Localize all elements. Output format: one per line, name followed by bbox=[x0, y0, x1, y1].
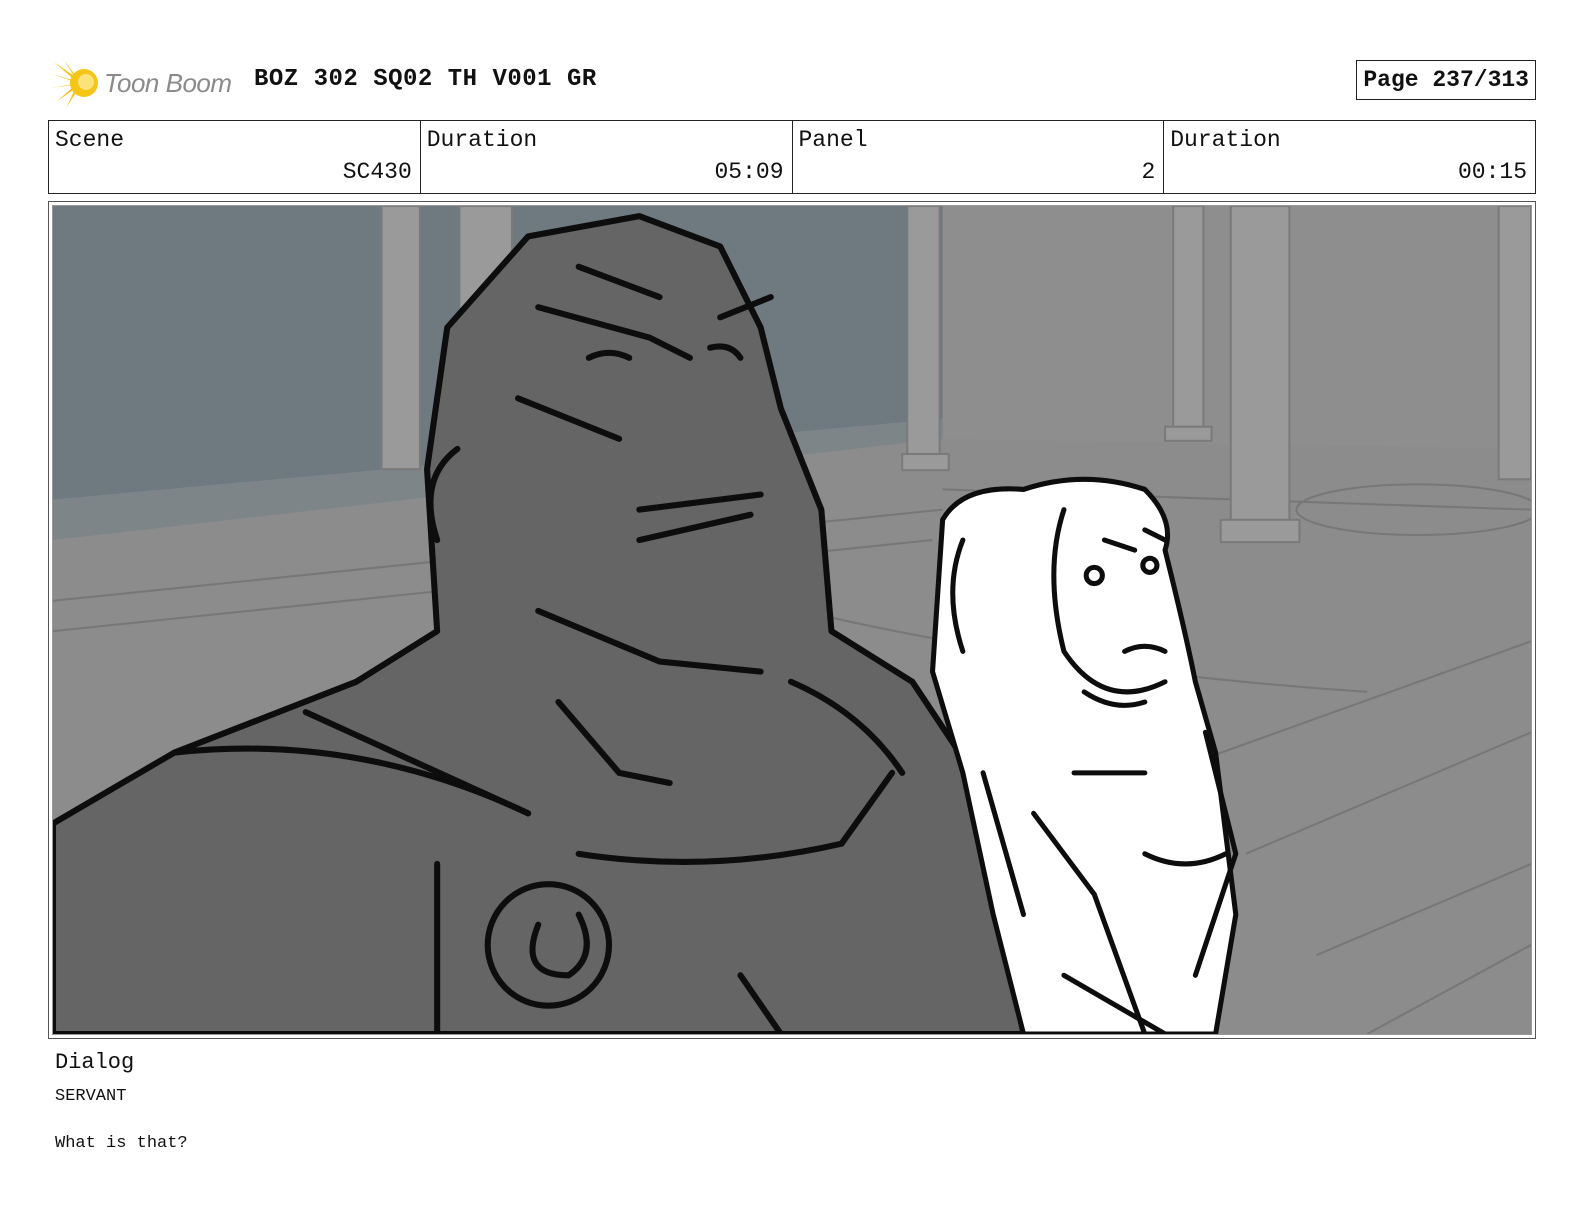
scene-cell: Scene SC430 bbox=[49, 121, 421, 193]
starburst-icon bbox=[52, 60, 98, 108]
page-indicator: Page 237/313 bbox=[1356, 60, 1536, 100]
dialog-section: Dialog SERVANT What is that? bbox=[55, 1050, 1455, 1153]
scene-duration-cell: Duration 05:09 bbox=[421, 121, 793, 193]
scene-info-table: Scene SC430 Duration 05:09 Panel 2 Durat… bbox=[48, 120, 1536, 194]
panel-value: 2 bbox=[1141, 159, 1156, 185]
dialog-speaker: SERVANT bbox=[55, 1087, 127, 1106]
scene-label: Scene bbox=[55, 127, 125, 153]
storyboard-panel-frame bbox=[48, 201, 1536, 1039]
document-title: BOZ 302 SQ02 TH V001 GR bbox=[254, 66, 597, 93]
logo-wordmark: Toon Boom bbox=[104, 68, 232, 98]
scene-value: SC430 bbox=[342, 159, 412, 185]
panel-label: Panel bbox=[798, 127, 868, 153]
panel-duration-cell: Duration 00:15 bbox=[1164, 121, 1535, 193]
scene-duration-label: Duration bbox=[426, 127, 538, 153]
scene-duration-value: 05:09 bbox=[714, 159, 784, 185]
toon-boom-logo: Toon Boom bbox=[52, 58, 242, 108]
dialog-line: What is that? bbox=[55, 1134, 188, 1153]
panel-cell: Panel 2 bbox=[793, 121, 1165, 193]
storyboard-sketch bbox=[53, 206, 1531, 1034]
dialog-heading: Dialog bbox=[55, 1050, 135, 1075]
storyboard-panel-image bbox=[52, 205, 1532, 1035]
panel-duration-value: 00:15 bbox=[1457, 159, 1527, 185]
panel-duration-label: Duration bbox=[1170, 127, 1281, 153]
page-header: Toon Boom BOZ 302 SQ02 TH V001 GR Page 2… bbox=[52, 54, 1536, 110]
